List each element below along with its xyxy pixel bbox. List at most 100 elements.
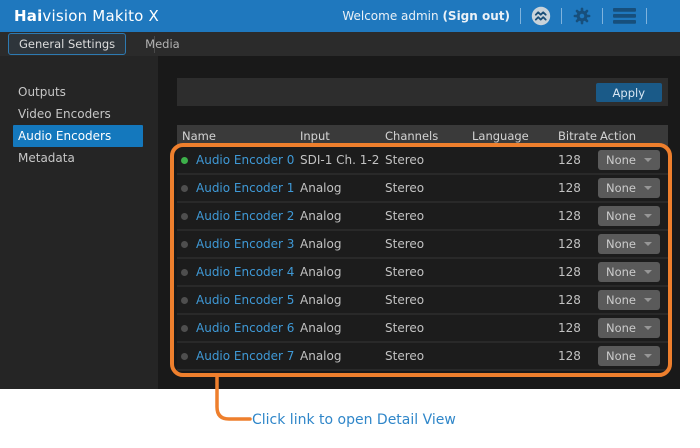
action-cell: None (598, 178, 668, 198)
sign-out-link[interactable]: (Sign out) (442, 9, 510, 23)
encoder-link-2[interactable]: Audio Encoder 2 (196, 209, 294, 223)
name-cell: Audio Encoder 3 (177, 237, 298, 251)
menu-icon[interactable] (613, 8, 636, 24)
action-dropdown-6[interactable]: None (598, 318, 660, 338)
table-body: Audio Encoder 0 SDI-1 Ch. 1-2 Stereo 128… (177, 147, 668, 371)
top-bar: Haivision Makito X Welcome admin (Sign o… (0, 0, 680, 32)
encoder-link-4[interactable]: Audio Encoder 4 (196, 265, 294, 279)
action-dropdown-5[interactable]: None (598, 290, 660, 310)
status-dot (181, 157, 188, 164)
column-header-name: Name (177, 129, 298, 143)
action-dropdown-label: None (606, 209, 636, 223)
brand-logo-rest: vision Makito X (42, 7, 159, 25)
action-cell: None (598, 150, 668, 170)
header-divider (561, 8, 562, 24)
table-row-2: Audio Encoder 2 Analog Stereo 128 None (177, 203, 668, 231)
input-cell: SDI-1 Ch. 1-2 (298, 153, 383, 167)
input-cell: Analog (298, 265, 383, 279)
chevron-down-icon (644, 326, 652, 330)
table-header-row: Name Input Channels Language Bitrate Act… (177, 125, 668, 147)
table-row-3: Audio Encoder 3 Analog Stereo 128 None (177, 231, 668, 259)
channels-cell: Stereo (383, 265, 470, 279)
gear-icon[interactable] (572, 6, 592, 26)
action-dropdown-3[interactable]: None (598, 234, 660, 254)
tab-bar-divider (154, 36, 155, 53)
column-header-language: Language (470, 129, 556, 143)
bitrate-cell: 128 (556, 265, 598, 279)
encoder-link-3[interactable]: Audio Encoder 3 (196, 237, 294, 251)
channels-cell: Stereo (383, 153, 470, 167)
brand-logo-bold: Hai (14, 7, 42, 25)
sidebar-item-2[interactable]: Audio Encoders (13, 125, 143, 147)
tab-1[interactable]: Media (134, 33, 191, 55)
name-cell: Audio Encoder 2 (177, 209, 298, 223)
table-row-7: Audio Encoder 7 Analog Stereo 128 None (177, 343, 668, 371)
bitrate-cell: 128 (556, 181, 598, 195)
column-header-input: Input (298, 129, 383, 143)
table-row-6: Audio Encoder 6 Analog Stereo 128 None (177, 315, 668, 343)
welcome-text: Welcome admin (Sign out) (342, 9, 510, 23)
action-dropdown-label: None (606, 321, 636, 335)
header-divider (520, 8, 521, 24)
action-cell: None (598, 262, 668, 282)
bitrate-cell: 128 (556, 153, 598, 167)
input-cell: Analog (298, 293, 383, 307)
encoder-link-0[interactable]: Audio Encoder 0 (196, 153, 294, 167)
status-dot (181, 297, 188, 304)
input-cell: Analog (298, 349, 383, 363)
table-row-0: Audio Encoder 0 SDI-1 Ch. 1-2 Stereo 128… (177, 147, 668, 175)
name-cell: Audio Encoder 6 (177, 321, 298, 335)
content-area: Outputs Video Encoders Audio Encoders Me… (0, 56, 680, 389)
action-dropdown-2[interactable]: None (598, 206, 660, 226)
channels-cell: Stereo (383, 237, 470, 251)
column-header-channels: Channels (383, 129, 470, 143)
header-divider (646, 8, 647, 24)
column-header-bitrate: Bitrate (556, 129, 598, 143)
input-cell: Analog (298, 237, 383, 251)
name-cell: Audio Encoder 1 (177, 181, 298, 195)
action-dropdown-7[interactable]: None (598, 346, 660, 366)
encoder-link-6[interactable]: Audio Encoder 6 (196, 321, 294, 335)
app-window: Haivision Makito X Welcome admin (Sign o… (0, 0, 680, 389)
tab-0[interactable]: General Settings (8, 33, 126, 55)
welcome-label: Welcome admin (342, 9, 442, 23)
action-dropdown-label: None (606, 181, 636, 195)
channels-cell: Stereo (383, 321, 470, 335)
page-background: Haivision Makito X Welcome admin (Sign o… (0, 0, 700, 448)
chevron-down-icon (644, 270, 652, 274)
action-dropdown-label: None (606, 237, 636, 251)
status-dot (181, 353, 188, 360)
chevron-down-icon (644, 214, 652, 218)
status-dot (181, 325, 188, 332)
chevron-down-icon (644, 298, 652, 302)
encoder-link-5[interactable]: Audio Encoder 5 (196, 293, 294, 307)
action-cell: None (598, 234, 668, 254)
action-dropdown-label: None (606, 153, 636, 167)
bitrate-cell: 128 (556, 321, 598, 335)
chevron-down-icon (644, 354, 652, 358)
name-cell: Audio Encoder 0 (177, 153, 298, 167)
sidebar-item-1[interactable]: Video Encoders (13, 103, 143, 125)
apply-button[interactable]: Apply (596, 83, 662, 102)
table-row-4: Audio Encoder 4 Analog Stereo 128 None (177, 259, 668, 287)
action-dropdown-1[interactable]: None (598, 178, 660, 198)
name-cell: Audio Encoder 5 (177, 293, 298, 307)
name-cell: Audio Encoder 7 (177, 349, 298, 363)
chevron-down-icon (644, 158, 652, 162)
column-header-action: Action (598, 129, 668, 143)
table-row-1: Audio Encoder 1 Analog Stereo 128 None (177, 175, 668, 203)
action-cell: None (598, 290, 668, 310)
channels-cell: Stereo (383, 209, 470, 223)
status-dot (181, 241, 188, 248)
streams-icon[interactable] (531, 6, 551, 26)
sidebar-item-3[interactable]: Metadata (13, 147, 143, 169)
action-dropdown-4[interactable]: None (598, 262, 660, 282)
encoder-link-1[interactable]: Audio Encoder 1 (196, 181, 294, 195)
sidebar-item-0[interactable]: Outputs (13, 81, 143, 103)
action-dropdown-0[interactable]: None (598, 150, 660, 170)
encoder-link-7[interactable]: Audio Encoder 7 (196, 349, 294, 363)
bitrate-cell: 128 (556, 237, 598, 251)
table-row-5: Audio Encoder 5 Analog Stereo 128 None (177, 287, 668, 315)
sidebar: Outputs Video Encoders Audio Encoders Me… (0, 56, 158, 389)
action-dropdown-label: None (606, 293, 636, 307)
